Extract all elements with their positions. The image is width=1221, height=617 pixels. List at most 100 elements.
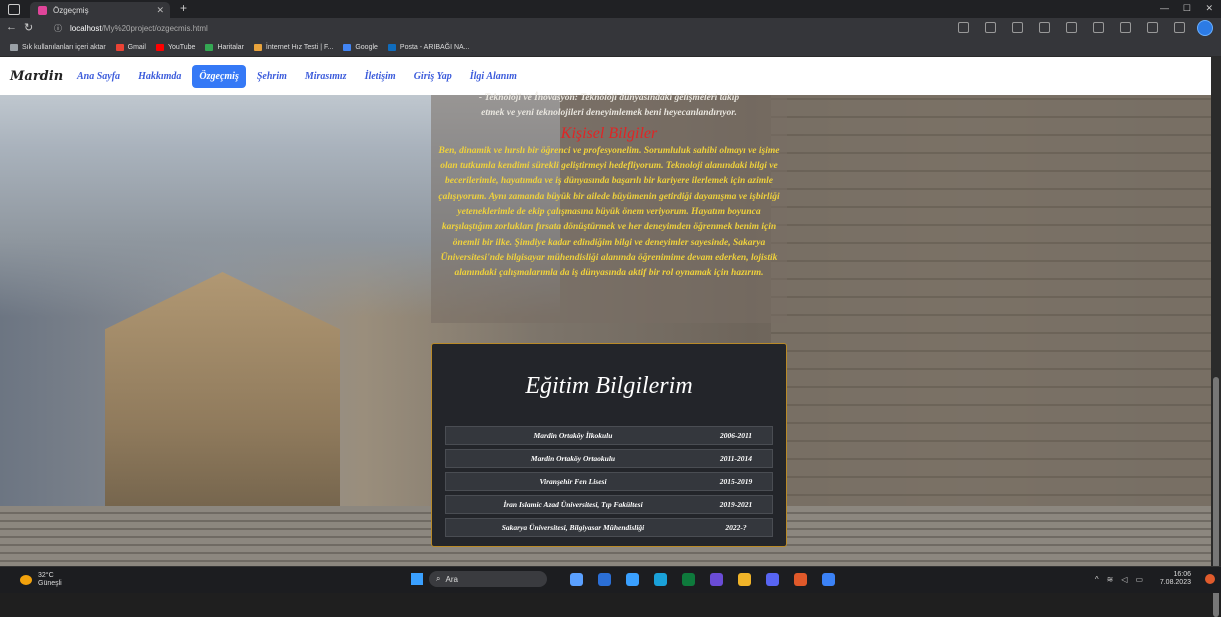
close-tab-icon[interactable]: ✕ <box>156 5 164 16</box>
school-name: İran Islamic Azad Üniversitesi, Tıp Fakü… <box>503 500 643 509</box>
read-aloud-icon[interactable] <box>958 22 969 33</box>
battery-icon[interactable]: ▭ <box>1135 575 1143 584</box>
bookmark-icon <box>253 43 262 51</box>
bing-copilot-icon[interactable] <box>1197 20 1213 36</box>
split-screen-icon[interactable] <box>985 22 996 33</box>
nav-link-ozgecmis[interactable]: Özgeçmiş <box>192 64 246 88</box>
address-input[interactable]: ⓘ localhost /My%20project/ozgecmis.html <box>54 21 704 35</box>
taskbar-app-icon[interactable] <box>598 573 611 586</box>
weather-widget[interactable]: 32°C Güneşli <box>20 572 62 588</box>
taskbar-app-icon[interactable] <box>822 573 835 586</box>
bookmark-item[interactable]: YouTube <box>155 43 196 51</box>
extensions-icon[interactable] <box>1120 22 1131 33</box>
start-button[interactable] <box>411 573 423 585</box>
bookmark-item[interactable]: Google <box>343 43 378 51</box>
more-icon[interactable] <box>1174 22 1185 33</box>
bookmark-item[interactable]: Gmail <box>115 43 146 51</box>
new-tab-button[interactable]: + <box>180 1 187 15</box>
maximize-icon[interactable]: ☐ <box>1183 3 1191 14</box>
bookmark-icon <box>205 43 214 51</box>
weather-sun-icon <box>20 575 32 585</box>
windows-taskbar: 32°C Güneşli ⌕ Ara ^ ≋ ◁ ▭ 16:06 7.08.20… <box>0 566 1221 593</box>
collections-icon[interactable] <box>1093 22 1104 33</box>
bookmark-icon <box>343 43 352 51</box>
wifi-icon[interactable]: ≋ <box>1107 575 1114 584</box>
bookmark-item[interactable]: Haritalar <box>205 43 244 51</box>
nav-link-giris-yap[interactable]: Giriş Yap <box>407 65 459 88</box>
interests-line-2: etmek ve yeni teknolojileri deneyimlemek… <box>481 108 737 119</box>
table-row: Viranşehir Fen Lisesi 2015-2019 <box>445 472 773 491</box>
bookmark-label: Google <box>355 43 378 51</box>
info-icon[interactable]: ⓘ <box>54 23 62 34</box>
browser-tab-strip: Özgeçmiş ✕ + — ☐ ✕ <box>0 0 1221 18</box>
bookmark-icon <box>10 43 18 51</box>
personal-info-heading: Kişisel Bilgiler <box>560 124 658 142</box>
url-host: localhost <box>70 23 102 33</box>
tray-chevron-icon[interactable]: ^ <box>1095 575 1099 584</box>
bookmark-label: YouTube <box>167 43 196 51</box>
taskbar-app-icon[interactable] <box>794 573 807 586</box>
favorite-star-icon[interactable] <box>1012 22 1023 33</box>
taskbar-app-icon[interactable] <box>766 573 779 586</box>
split-icon[interactable] <box>1039 22 1050 33</box>
table-row: Sakarya Üniversitesi, Bilgiyasar Mühendi… <box>445 518 773 537</box>
search-icon: ⌕ <box>436 574 441 583</box>
taskbar-app-icon[interactable] <box>682 573 695 586</box>
school-years: 2022-? <box>725 523 747 532</box>
favorites-icon[interactable] <box>1066 22 1077 33</box>
education-heading: Eğitim Bilgilerim <box>525 373 693 399</box>
profile-avatar-icon[interactable] <box>1147 22 1158 33</box>
notification-icon[interactable] <box>1205 574 1215 584</box>
nav-link-ilgi-alanim[interactable]: İlgi Alanım <box>463 65 524 88</box>
personal-info-paragraph: Ben, dinamik ve hırslı bir öğrenci ve pr… <box>438 145 780 279</box>
background-stone-wall <box>771 57 1211 566</box>
school-years: 2015-2019 <box>719 477 753 486</box>
search-placeholder: Ara <box>445 574 458 584</box>
address-bar-row: ← ↻ ⓘ localhost /My%20project/ozgecmis.h… <box>0 18 1221 38</box>
personal-info-panel: - Teknoloji ve İnovasyon: Teknoloji düny… <box>431 93 787 323</box>
nav-link-mirasimiz[interactable]: Mirasımız <box>298 65 354 88</box>
volume-icon[interactable]: ◁ <box>1121 575 1127 584</box>
table-row: Mardin Ortaköy Ortaokulu 2011-2014 <box>445 449 773 468</box>
close-window-icon[interactable]: ✕ <box>1205 3 1213 14</box>
bookmark-item[interactable]: Posta - ARIBAĞI NA... <box>387 43 470 51</box>
taskbar-app-icon[interactable] <box>738 573 751 586</box>
school-years: 2011-2014 <box>719 454 753 463</box>
tab-actions-icon[interactable] <box>8 4 20 15</box>
tab-favicon-icon <box>38 5 47 15</box>
bookmark-icon <box>155 43 164 51</box>
weather-condition: Güneşli <box>38 580 62 587</box>
taskbar-app-icon[interactable] <box>654 573 667 586</box>
nav-link-ana-sayfa[interactable]: Ana Sayfa <box>70 65 127 88</box>
bookmark-label: Posta - ARIBAĞI NA... <box>399 43 470 51</box>
bookmark-item[interactable]: Sık kullanılanları içeri aktar <box>10 43 106 51</box>
tab-title: Özgeçmiş <box>53 5 89 15</box>
back-icon[interactable]: ← <box>6 21 17 33</box>
url-path: /My%20project/ozgecmis.html <box>101 23 208 33</box>
bookmarks-bar: Sık kullanılanları içeri aktar Gmail YouTu… <box>0 38 1221 57</box>
taskbar-app-icon[interactable] <box>626 573 639 586</box>
minimize-icon[interactable]: — <box>1160 3 1169 13</box>
bookmark-label: Sık kullanılanları içeri aktar <box>22 43 106 51</box>
bookmark-label: Haritalar <box>217 43 244 51</box>
browser-tab[interactable]: Özgeçmiş ✕ <box>30 2 170 18</box>
nav-link-hakkimda[interactable]: Hakkımda <box>131 65 188 88</box>
web-page: Mardin Ana Sayfa Hakkımda Özgeçmiş Şehri… <box>0 57 1211 566</box>
taskbar-search[interactable]: ⌕ Ara <box>429 571 547 587</box>
school-name: Mardin Ortaköy İlkokulu <box>533 431 613 440</box>
bookmark-item[interactable]: İnternet Hız Testi | F... <box>253 43 333 51</box>
bookmark-label: Gmail <box>127 43 146 51</box>
clock[interactable]: 16:06 7.08.2023 <box>1160 571 1191 587</box>
refresh-icon[interactable]: ↻ <box>24 21 33 34</box>
taskbar-app-icon[interactable] <box>710 573 723 586</box>
school-name: Mardin Ortaköy Ortaokulu <box>530 454 616 463</box>
pinned-apps <box>570 573 835 586</box>
taskbar-app-icon[interactable] <box>570 573 583 586</box>
nav-link-iletisim[interactable]: İletişim <box>358 65 403 88</box>
nav-link-sehrim[interactable]: Şehrim <box>250 65 294 88</box>
school-name: Viranşehir Fen Lisesi <box>539 477 607 486</box>
site-logo[interactable]: Mardin <box>10 69 66 84</box>
table-row: Mardin Ortaköy İlkokulu 2006-2011 <box>445 426 773 445</box>
page-scrollbar[interactable] <box>1211 57 1221 617</box>
interests-line-1: - Teknoloji ve İnovasyon: Teknoloji düny… <box>478 93 740 103</box>
